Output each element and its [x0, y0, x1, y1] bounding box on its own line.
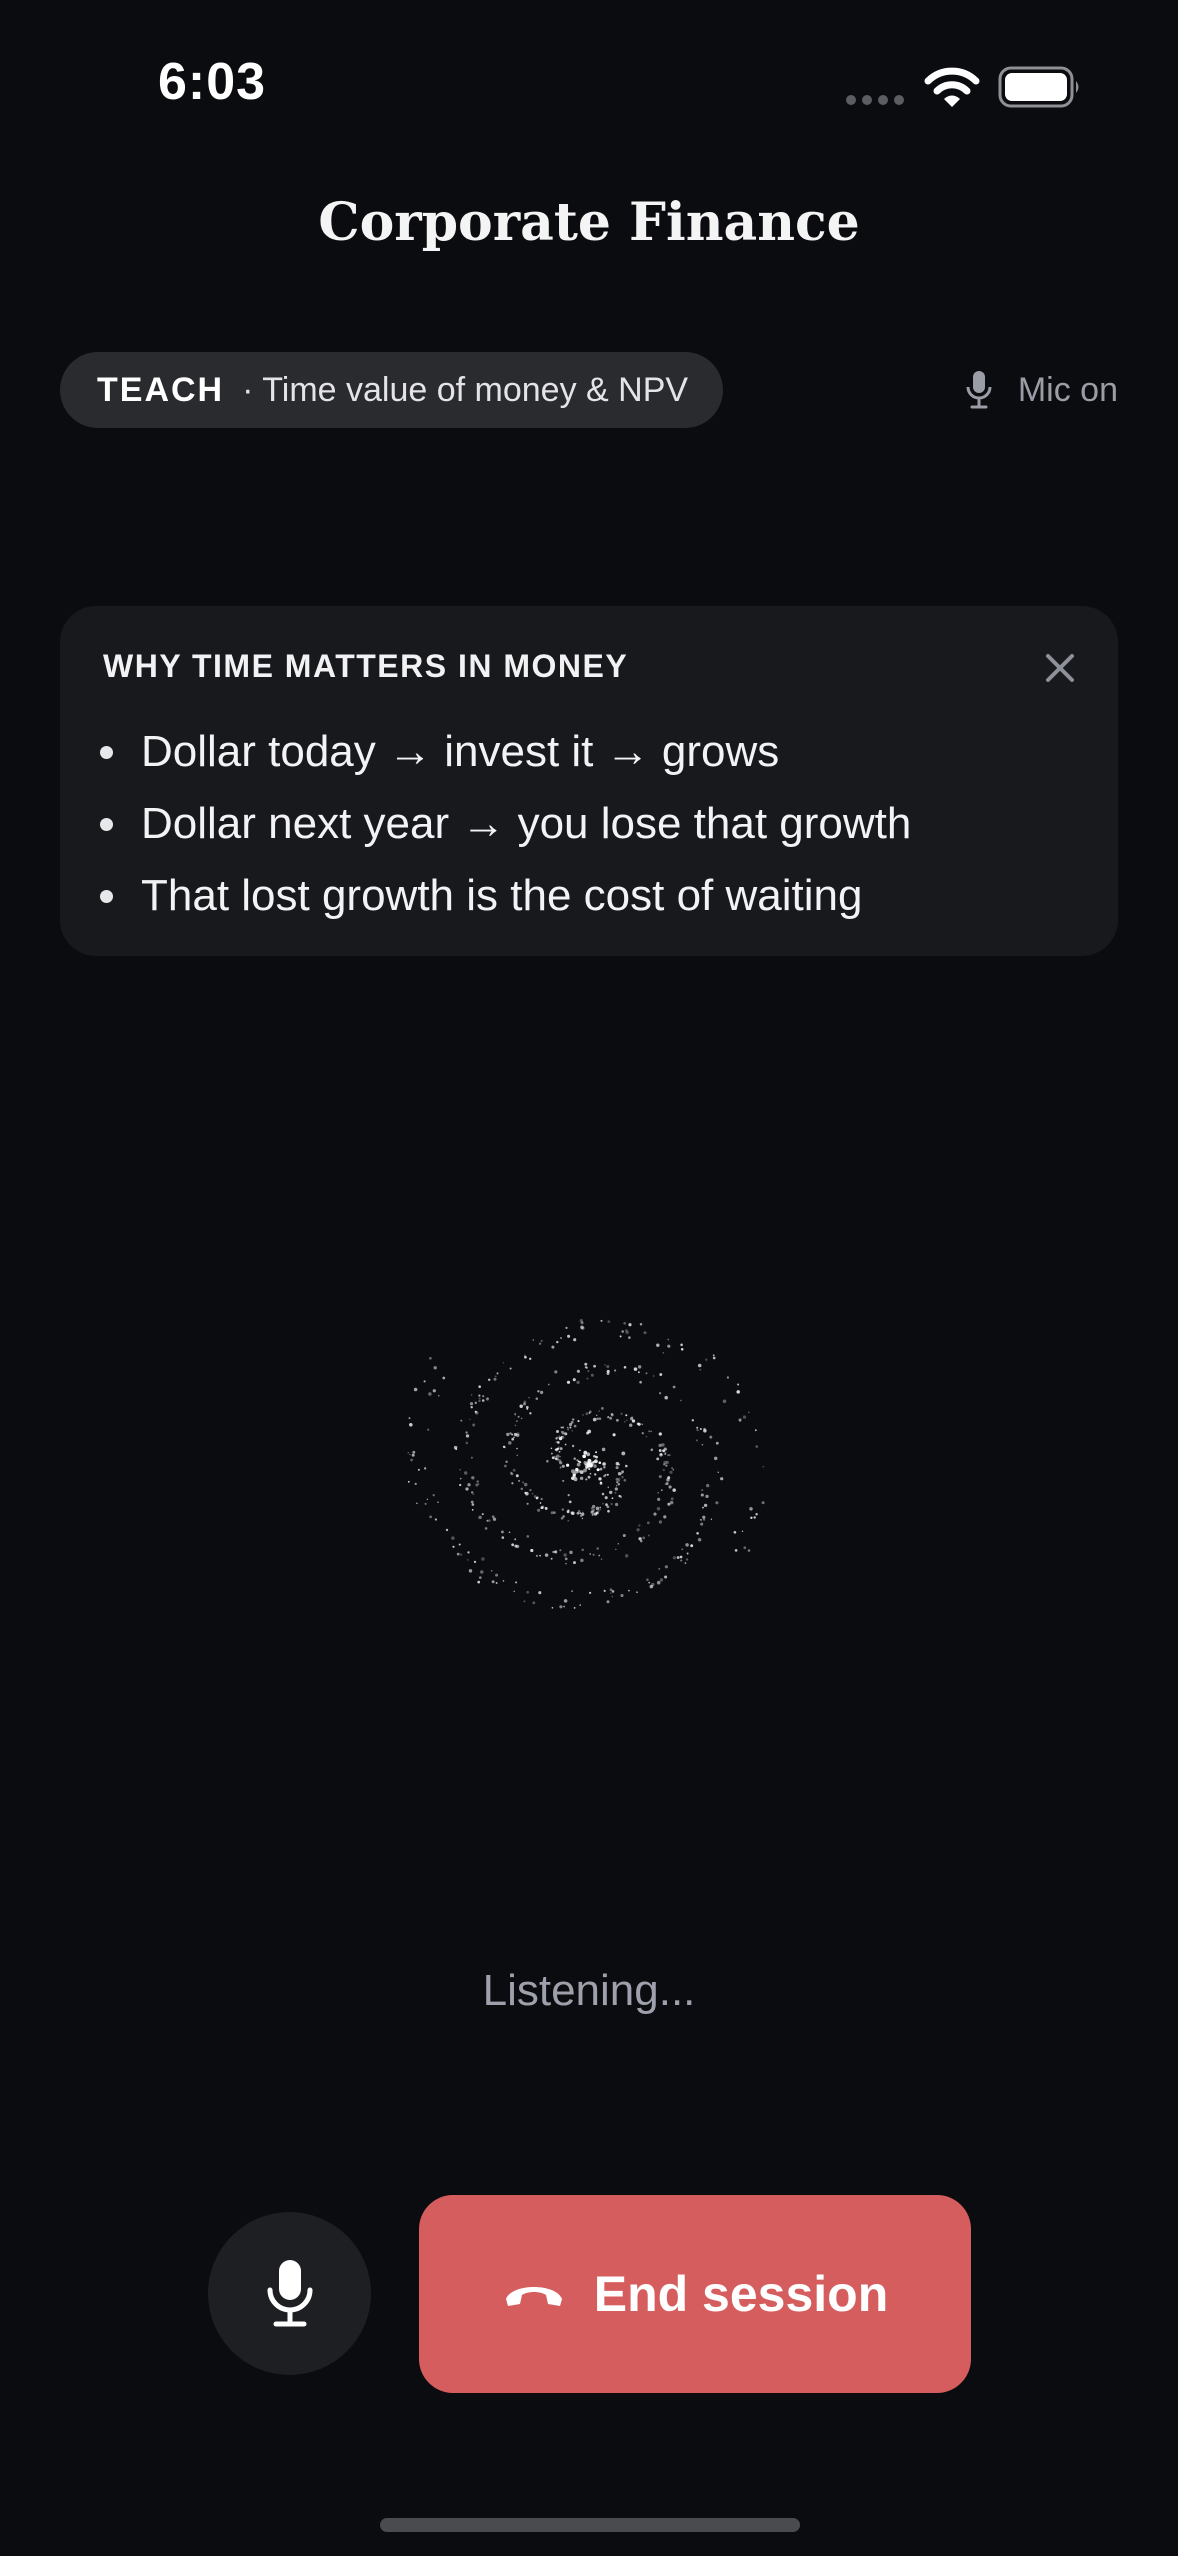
galaxy-spiral-visualizer [407, 1319, 765, 1609]
bullet-icon [100, 745, 113, 759]
signal-dots-icon [846, 95, 904, 105]
status-bar: 6:03 [0, 0, 1178, 170]
phone-hangup-icon [505, 2287, 562, 2306]
page-title: Corporate Finance [318, 192, 860, 253]
info-card: WHY TIME MATTERS IN MONEY Dollar today →… [60, 606, 1118, 956]
mode-pill[interactable]: TEACH · Time value of money & NPV [60, 352, 723, 428]
mode-tag: TEACH [97, 370, 225, 409]
mode-topic: · Time value of money & NPV [242, 370, 689, 409]
list-item-text: Dollar today → invest it → grows [141, 727, 780, 776]
close-icon[interactable] [1040, 648, 1080, 688]
mic-status-label: Mic on [1017, 370, 1118, 409]
listening-status: Listening... [482, 1966, 696, 2015]
mic-toggle-button[interactable] [208, 2212, 371, 2375]
microphone-icon [267, 2259, 312, 2326]
list-item-text: Dollar next year → you lose that growth [141, 799, 912, 848]
bullet-icon [100, 889, 113, 903]
list-item: Dollar next year → you lose that growth [100, 788, 911, 860]
status-time: 6:03 [158, 53, 267, 111]
home-indicator[interactable] [380, 2518, 800, 2532]
card-title: WHY TIME MATTERS IN MONEY [103, 648, 629, 684]
card-bullet-list: Dollar today → invest it → grows Dollar … [100, 716, 911, 932]
list-item: Dollar today → invest it → grows [100, 716, 911, 788]
list-item-text: That lost growth is the cost of waiting [141, 871, 863, 920]
mic-status: Mic on [966, 366, 1118, 414]
end-session-label: End session [593, 2266, 889, 2322]
microphone-icon [966, 371, 992, 409]
bullet-icon [100, 817, 113, 831]
battery-icon [998, 66, 1079, 108]
list-item: That lost growth is the cost of waiting [100, 860, 911, 932]
end-session-button[interactable]: End session [419, 2195, 971, 2393]
wifi-icon [924, 67, 980, 107]
